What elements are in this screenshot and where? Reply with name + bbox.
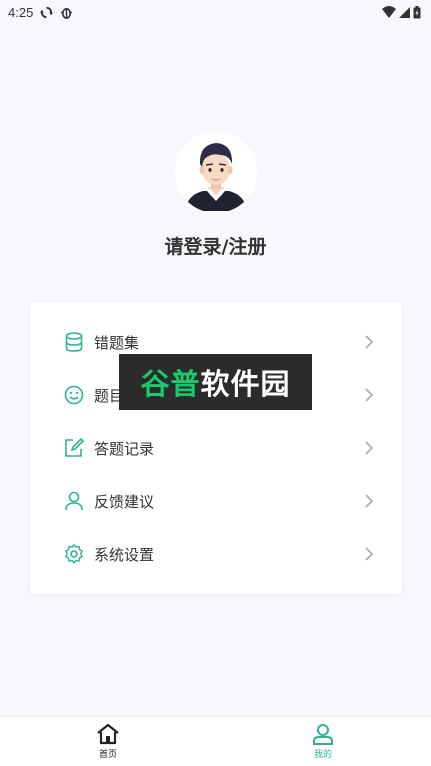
home-icon [97, 723, 119, 745]
status-left: 4:25 [8, 5, 73, 20]
watermark-overlay: 谷普 软件园 [119, 354, 312, 410]
menu-card: 错题集 题目收藏 答题记录 反馈建议 [30, 302, 402, 594]
bottom-nav: 首页 我的 [0, 716, 431, 766]
chevron-right-icon [365, 335, 374, 349]
tab-mine-label: 我的 [313, 750, 332, 760]
status-right [382, 5, 421, 19]
smiley-icon [64, 385, 84, 405]
avatar-illustration [175, 131, 257, 213]
menu-item-answer-history[interactable]: 答题记录 [30, 428, 402, 468]
battery-icon [413, 5, 421, 18]
watermark-text-white: 软件园 [200, 367, 291, 401]
menu-item-label: 系统设置 [94, 545, 155, 564]
status-time: 4:25 [8, 4, 34, 20]
edit-note-icon [65, 437, 85, 457]
tab-home-label: 首页 [98, 750, 117, 760]
watermark-text-green: 谷普 [140, 367, 201, 401]
status-bar: 4:25 [0, 0, 431, 24]
wifi-icon [382, 6, 396, 18]
tab-mine[interactable]: 我的 [293, 723, 353, 765]
chevron-right-icon [365, 441, 374, 455]
sync-icon [40, 6, 54, 18]
chevron-right-icon [365, 547, 374, 561]
gear-icon [65, 544, 83, 564]
user-icon [313, 724, 333, 745]
menu-item-label: 答题记录 [94, 439, 155, 458]
database-icon [65, 332, 83, 352]
menu-item-label: 错题集 [94, 333, 140, 352]
bug-icon [61, 7, 73, 19]
login-register-link[interactable]: 请登录/注册 [0, 232, 431, 259]
signal-icon [399, 6, 410, 18]
menu-item-settings[interactable]: 系统设置 [30, 534, 402, 574]
menu-item-feedback[interactable]: 反馈建议 [30, 481, 402, 521]
chevron-right-icon [365, 388, 374, 402]
tab-home[interactable]: 首页 [78, 723, 138, 765]
person-icon [65, 491, 83, 511]
chevron-right-icon [365, 494, 374, 508]
avatar[interactable] [175, 131, 257, 213]
menu-item-label: 反馈建议 [94, 492, 155, 511]
